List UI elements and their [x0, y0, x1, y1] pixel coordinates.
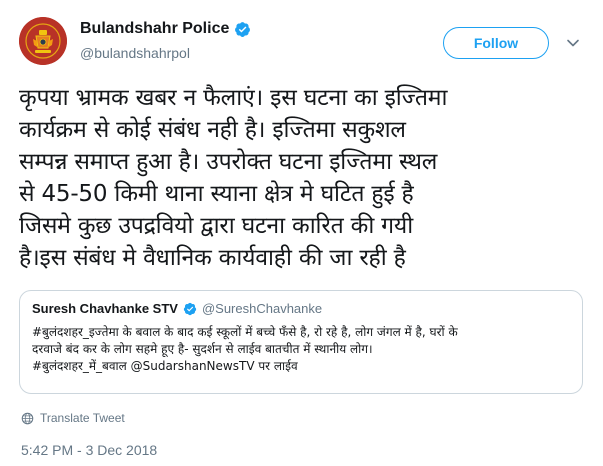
quoted-tweet-text: #बुलंदशहर_इज्तेमा के बवाल के बाद कई स्कू… — [32, 325, 458, 373]
follow-button[interactable]: Follow — [443, 27, 549, 59]
account-name-row[interactable]: Bulandshahr Police — [80, 20, 251, 38]
tweet-card: Bulandshahr Police @bulandshahrpol Follo… — [0, 0, 603, 466]
quoted-display-name: Suresh Chavhanke STV — [32, 301, 178, 316]
translate-tweet-link[interactable]: Translate Tweet — [21, 411, 125, 425]
quoted-tweet-header: Suresh Chavhanke STV @SureshChavhanke — [32, 301, 322, 316]
verified-badge-icon — [235, 21, 251, 37]
police-emblem-icon — [19, 17, 67, 65]
globe-icon — [21, 412, 34, 424]
translate-tweet-label[interactable]: Translate Tweet — [40, 411, 125, 425]
avatar[interactable] — [19, 17, 67, 65]
quoted-tweet[interactable]: Suresh Chavhanke STV @SureshChavhanke #ब… — [19, 290, 583, 394]
account-handle[interactable]: @bulandshahrpol — [80, 45, 190, 61]
tweet-text: कृपया भ्रामक खबर न फैलाएं। इस घटना का इज… — [19, 85, 448, 271]
account-display-name[interactable]: Bulandshahr Police — [80, 20, 229, 38]
quoted-handle: @SureshChavhanke — [201, 301, 323, 316]
chevron-down-icon[interactable] — [566, 36, 580, 50]
verified-badge-icon — [183, 302, 197, 315]
tweet-timestamp[interactable]: 5:42 PM - 3 Dec 2018 — [21, 442, 157, 458]
